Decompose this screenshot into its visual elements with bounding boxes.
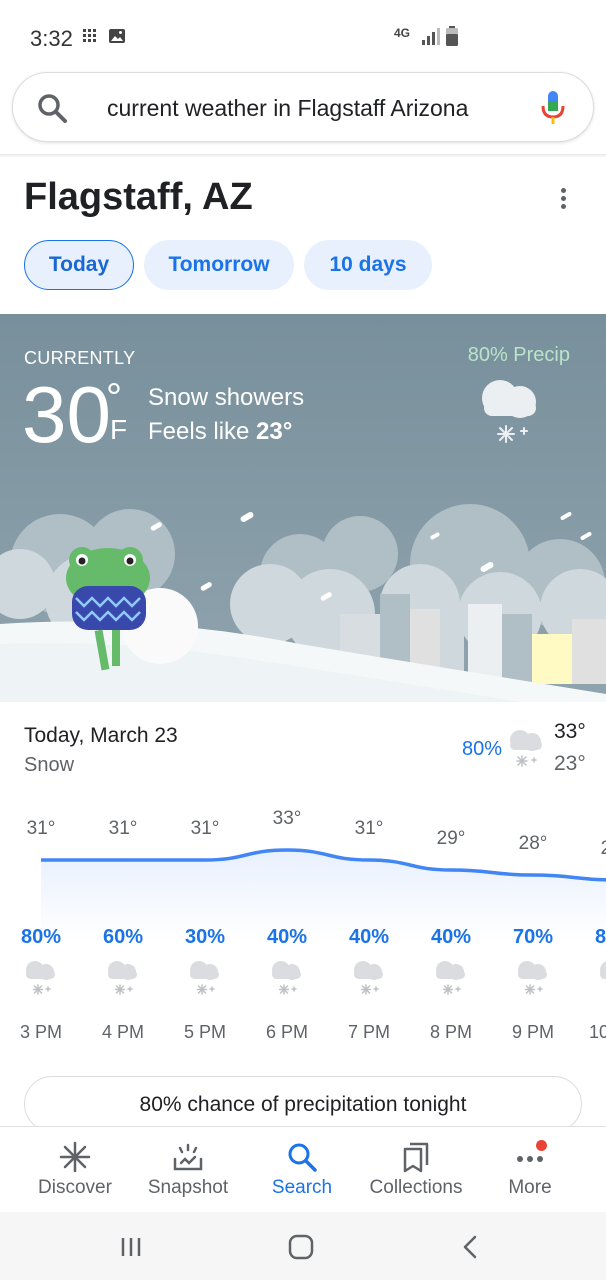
feels-like-value: 23° [256,418,293,445]
network-type: 4G [394,26,411,40]
snow-cloud-icon [272,961,301,995]
hourly-precip: 80% [20,926,62,948]
snow-cloud-icon [354,961,383,995]
nav-search-label: Search [271,1177,333,1198]
hourly-temp: 33° [272,808,302,829]
asterisk-icon [59,1141,91,1173]
current-precip: 80% Precip [467,344,570,366]
hourly-temp: 31° [354,818,384,839]
search-input[interactable]: current weather in Flagstaff Arizona [107,95,519,122]
tab-tomorrow[interactable]: Tomorrow [144,240,294,290]
hourly-time: 8 PM [429,1022,472,1042]
hourly-forecast[interactable]: 31° 80% 3 PM 31° 60% 4 PM 31° 30% 5 PM 33° 40% 6 PM… [0,800,606,1060]
nav-snapshot[interactable]: Snapshot [128,1127,248,1213]
hourly-temp: 31° [190,818,220,839]
hourly-time: 7 PM [347,1022,390,1042]
nav-snapshot-label: Snapshot [147,1177,229,1198]
nav-collections-label: Collections [369,1177,463,1198]
location-title: Flagstaff, AZ [24,176,253,218]
hourly-temp: 31° [108,818,138,839]
search-icon [288,1143,317,1172]
today-high: 33° [554,720,586,743]
nav-more[interactable]: More [470,1127,590,1213]
current-temperature: 30 [22,370,111,459]
precipitation-tonight-button[interactable]: 80% chance of precipitation tonight [24,1076,582,1132]
system-navigation-bar [0,1212,606,1280]
bookmark-icon [403,1142,429,1173]
nav-collections[interactable]: Collections [356,1127,476,1213]
search-icon[interactable] [35,91,69,125]
hourly-temp: 31° [26,818,56,839]
today-date: Today, March 23 [24,724,178,747]
nav-more-label: More [508,1177,552,1198]
snapshot-icon [173,1143,203,1171]
hourly-precip: 60% [102,926,144,948]
status-bar: 3:32 4G [0,0,606,72]
nav-discover[interactable]: Discover [15,1127,135,1213]
hourly-temp: 28° [518,833,548,854]
tab-10-days[interactable]: 10 days [304,240,432,290]
hourly-precip: 40% [266,926,308,948]
recents-icon[interactable] [116,1232,146,1262]
hourly-precip: 70% [512,926,554,948]
today-low: 23° [554,752,586,775]
snow-cloud-icon [600,961,606,979]
nav-search[interactable]: Search [242,1127,362,1213]
bottom-navigation: Discover Snapshot Search Collections Mor… [0,1126,606,1212]
hourly-temp: 29° [436,828,466,849]
grid-notification-icon [83,29,96,42]
notification-dot [536,1140,547,1151]
temperature-unit: F [110,414,128,445]
today-condition: Snow [24,754,75,776]
home-icon[interactable] [286,1232,316,1262]
hourly-time: 4 PM [101,1022,144,1042]
snow-cloud-icon [26,961,55,995]
hourly-time: 5 PM [183,1022,226,1042]
hourly-precip: 80% [594,926,606,948]
hourly-time: 3 PM [19,1022,62,1042]
signal-icon [422,28,440,45]
snow-cloud-icon [518,961,547,995]
more-options-icon[interactable] [554,186,572,212]
tab-today[interactable]: Today [24,240,134,290]
snow-cloud-icon [436,961,465,995]
current-condition: Snow showers [148,384,305,411]
nav-discover-label: Discover [38,1177,112,1198]
image-notification-icon [109,29,125,43]
snow-cloud-icon [510,730,542,767]
today-precip: 80% [461,738,502,760]
feels-like-label: Feels like [148,418,250,445]
hourly-precip: 40% [430,926,472,948]
status-time: 3:32 [30,26,73,51]
search-divider [0,154,606,158]
feels-like: Feels like 23° [148,418,292,446]
snow-cloud-icon [108,961,137,995]
back-icon[interactable] [456,1232,486,1262]
snow-cloud-icon [190,961,219,995]
hourly-temp: 27° [600,838,606,859]
hourly-time: 10 PM [588,1022,606,1042]
snow-cloud-icon [482,380,536,443]
hourly-precip: 30% [184,926,226,948]
hourly-precip: 40% [348,926,390,948]
hourly-time: 9 PM [511,1022,554,1042]
search-bar[interactable]: current weather in Flagstaff Arizona [12,72,594,142]
battery-icon [446,26,458,46]
currently-label: CURRENTLY [24,348,136,368]
microphone-icon[interactable] [539,89,567,127]
hourly-time: 6 PM [265,1022,308,1042]
